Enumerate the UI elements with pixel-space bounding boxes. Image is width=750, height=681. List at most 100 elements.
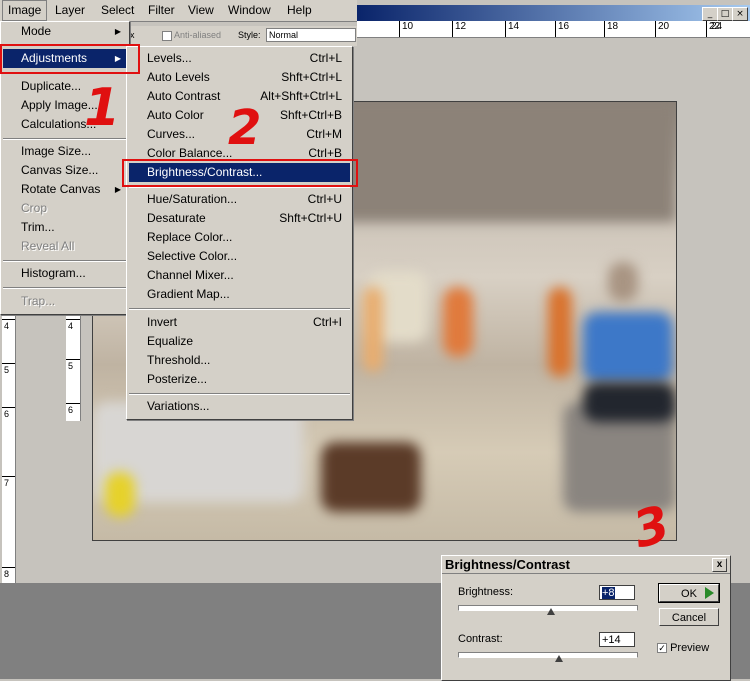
- menu-image[interactable]: Image: [2, 0, 48, 21]
- preview-option[interactable]: ✓ Preview: [657, 642, 709, 654]
- menu-item-label: Desaturate: [147, 211, 206, 225]
- tv-stand: [583, 382, 676, 422]
- orange-panel: [443, 287, 473, 357]
- ruler-label: 4: [68, 321, 74, 331]
- brightness-label: Brightness:: [458, 586, 514, 598]
- menu-item-equalize[interactable]: Equalize: [129, 332, 350, 351]
- cancel-button[interactable]: Cancel: [659, 608, 719, 626]
- menu-help[interactable]: Help: [282, 1, 317, 20]
- menu-item-posterize[interactable]: Posterize...: [129, 370, 350, 389]
- ruler-major-tick: [66, 359, 80, 360]
- menu-item-brightness-contrast[interactable]: Brightness/Contrast...: [129, 163, 350, 182]
- document-title-bar[interactable]: [357, 5, 750, 21]
- menu-item-shortcut: Ctrl+M: [306, 127, 342, 141]
- menu-item-hue-saturation[interactable]: Hue/Saturation... Ctrl+U: [129, 190, 350, 209]
- ruler-label: 8: [4, 569, 10, 579]
- minimize-icon[interactable]: _: [702, 7, 718, 21]
- menu-item-shortcut: Shft+Ctrl+U: [279, 211, 342, 225]
- menu-separator: [129, 308, 350, 310]
- menu-layer[interactable]: Layer: [50, 1, 90, 20]
- orange-panel: [548, 287, 572, 377]
- menu-item-adjustments[interactable]: Adjustments ▶: [3, 49, 127, 68]
- ruler-label: 24: [711, 21, 723, 32]
- inner-left-ruler: 4 5 6: [66, 313, 81, 421]
- menu-item-mode[interactable]: Mode ▶: [3, 22, 127, 41]
- maximize-icon[interactable]: □: [717, 7, 733, 21]
- ruler-label: 6: [68, 405, 74, 415]
- anti-aliased-option[interactable]: Anti-aliased: [162, 30, 221, 41]
- menu-item-invert[interactable]: Invert Ctrl+I: [129, 313, 350, 332]
- menu-item-selective-color[interactable]: Selective Color...: [129, 247, 350, 266]
- menu-item-rotate-canvas[interactable]: Rotate Canvas ▶: [3, 180, 127, 199]
- menu-item-canvas-size[interactable]: Canvas Size...: [3, 161, 127, 180]
- menu-item-shortcut: Ctrl+I: [312, 315, 342, 329]
- contrast-slider-track[interactable]: [458, 652, 638, 658]
- menu-item-trim[interactable]: Trim...: [3, 218, 127, 237]
- top-ruler: 10 12 14 16 18 20 22 24: [357, 21, 750, 38]
- menu-item-label: Rotate Canvas: [21, 182, 101, 196]
- menu-item-label: Auto Color: [147, 108, 204, 122]
- menu-separator: [3, 138, 127, 140]
- brightness-contrast-dialog: Brightness/Contrast x Brightness: +8 Con…: [441, 555, 731, 681]
- menu-item-image-size[interactable]: Image Size...: [3, 142, 127, 161]
- ruler-major-tick: [66, 403, 80, 404]
- menu-item-channel-mixer[interactable]: Channel Mixer...: [129, 266, 350, 285]
- menu-filter[interactable]: Filter: [143, 1, 180, 20]
- menu-separator: [3, 72, 127, 74]
- menu-window[interactable]: Window: [223, 1, 276, 20]
- ruler-label: 5: [68, 361, 74, 371]
- menu-item-label: Color Balance...: [147, 146, 233, 160]
- style-label: Style:: [238, 30, 261, 40]
- close-icon[interactable]: ×: [732, 7, 748, 21]
- close-icon[interactable]: x: [712, 558, 727, 572]
- ruler-label: 18: [604, 21, 618, 37]
- menu-item-threshold[interactable]: Threshold...: [129, 351, 350, 370]
- menu-item-crop: Crop: [21, 201, 48, 215]
- menu-select[interactable]: Select: [96, 1, 139, 20]
- ruler-label: 7: [4, 478, 10, 488]
- menu-item-trap: Trap...: [21, 294, 56, 308]
- menu-item-shortcut: Ctrl+U: [307, 192, 342, 206]
- ruler-label: 16: [555, 21, 569, 37]
- cursor-icon: [705, 587, 714, 599]
- menu-item-auto-levels[interactable]: Auto Levels Shft+Ctrl+L: [129, 68, 350, 87]
- menu-item-variations[interactable]: Variations...: [129, 397, 350, 416]
- menu-item-label: Hue/Saturation...: [147, 192, 238, 206]
- menu-view[interactable]: View: [183, 1, 219, 20]
- menu-item-label: Mode: [21, 24, 52, 38]
- ruler-label: 14: [505, 21, 519, 37]
- brightness-slider-thumb[interactable]: [546, 608, 555, 615]
- style-select[interactable]: Normal: [266, 28, 356, 42]
- menu-separator: [3, 44, 127, 46]
- menu-item-label: Brightness/Contrast...: [147, 165, 263, 179]
- annotation-step-2: 2: [228, 100, 262, 156]
- menu-item-shortcut: Shft+Ctrl+B: [279, 108, 342, 122]
- ruler-major-tick: [66, 319, 80, 320]
- ruler-label: 20: [655, 21, 669, 37]
- menu-item-gradient-map[interactable]: Gradient Map...: [129, 285, 350, 304]
- menu-item-reveal-all: Reveal All: [21, 239, 75, 253]
- contrast-input[interactable]: +14: [599, 632, 635, 647]
- dialog-title[interactable]: Brightness/Contrast: [442, 556, 730, 574]
- wall-picture: [608, 262, 638, 302]
- menu-item-desaturate[interactable]: Desaturate Shft+Ctrl+U: [129, 209, 350, 228]
- options-bar: x Anti-aliased Style: Normal: [130, 26, 357, 46]
- menu-item-histogram[interactable]: Histogram...: [3, 264, 127, 283]
- menu-separator: [129, 186, 350, 188]
- menu-separator: [129, 393, 350, 395]
- menu-item-shortcut: Alt+Shft+Ctrl+L: [260, 89, 342, 103]
- anti-aliased-checkbox[interactable]: [162, 30, 172, 41]
- annotation-step-1: 1: [84, 78, 121, 138]
- menu-item-replace-color[interactable]: Replace Color...: [129, 228, 350, 247]
- tv-screen: [583, 312, 673, 382]
- coffee-table: [321, 442, 421, 512]
- contrast-slider-thumb[interactable]: [555, 655, 564, 662]
- brightness-input[interactable]: +8: [599, 585, 635, 600]
- ruler-label: 6: [4, 409, 10, 419]
- preview-checkbox[interactable]: ✓: [657, 643, 667, 654]
- preview-label: Preview: [670, 642, 710, 654]
- menu-separator: [3, 260, 127, 262]
- ruler-major-tick: [2, 407, 15, 408]
- submenu-arrow-icon: ▶: [114, 54, 121, 63]
- menu-item-levels[interactable]: Levels... Ctrl+L: [129, 49, 350, 68]
